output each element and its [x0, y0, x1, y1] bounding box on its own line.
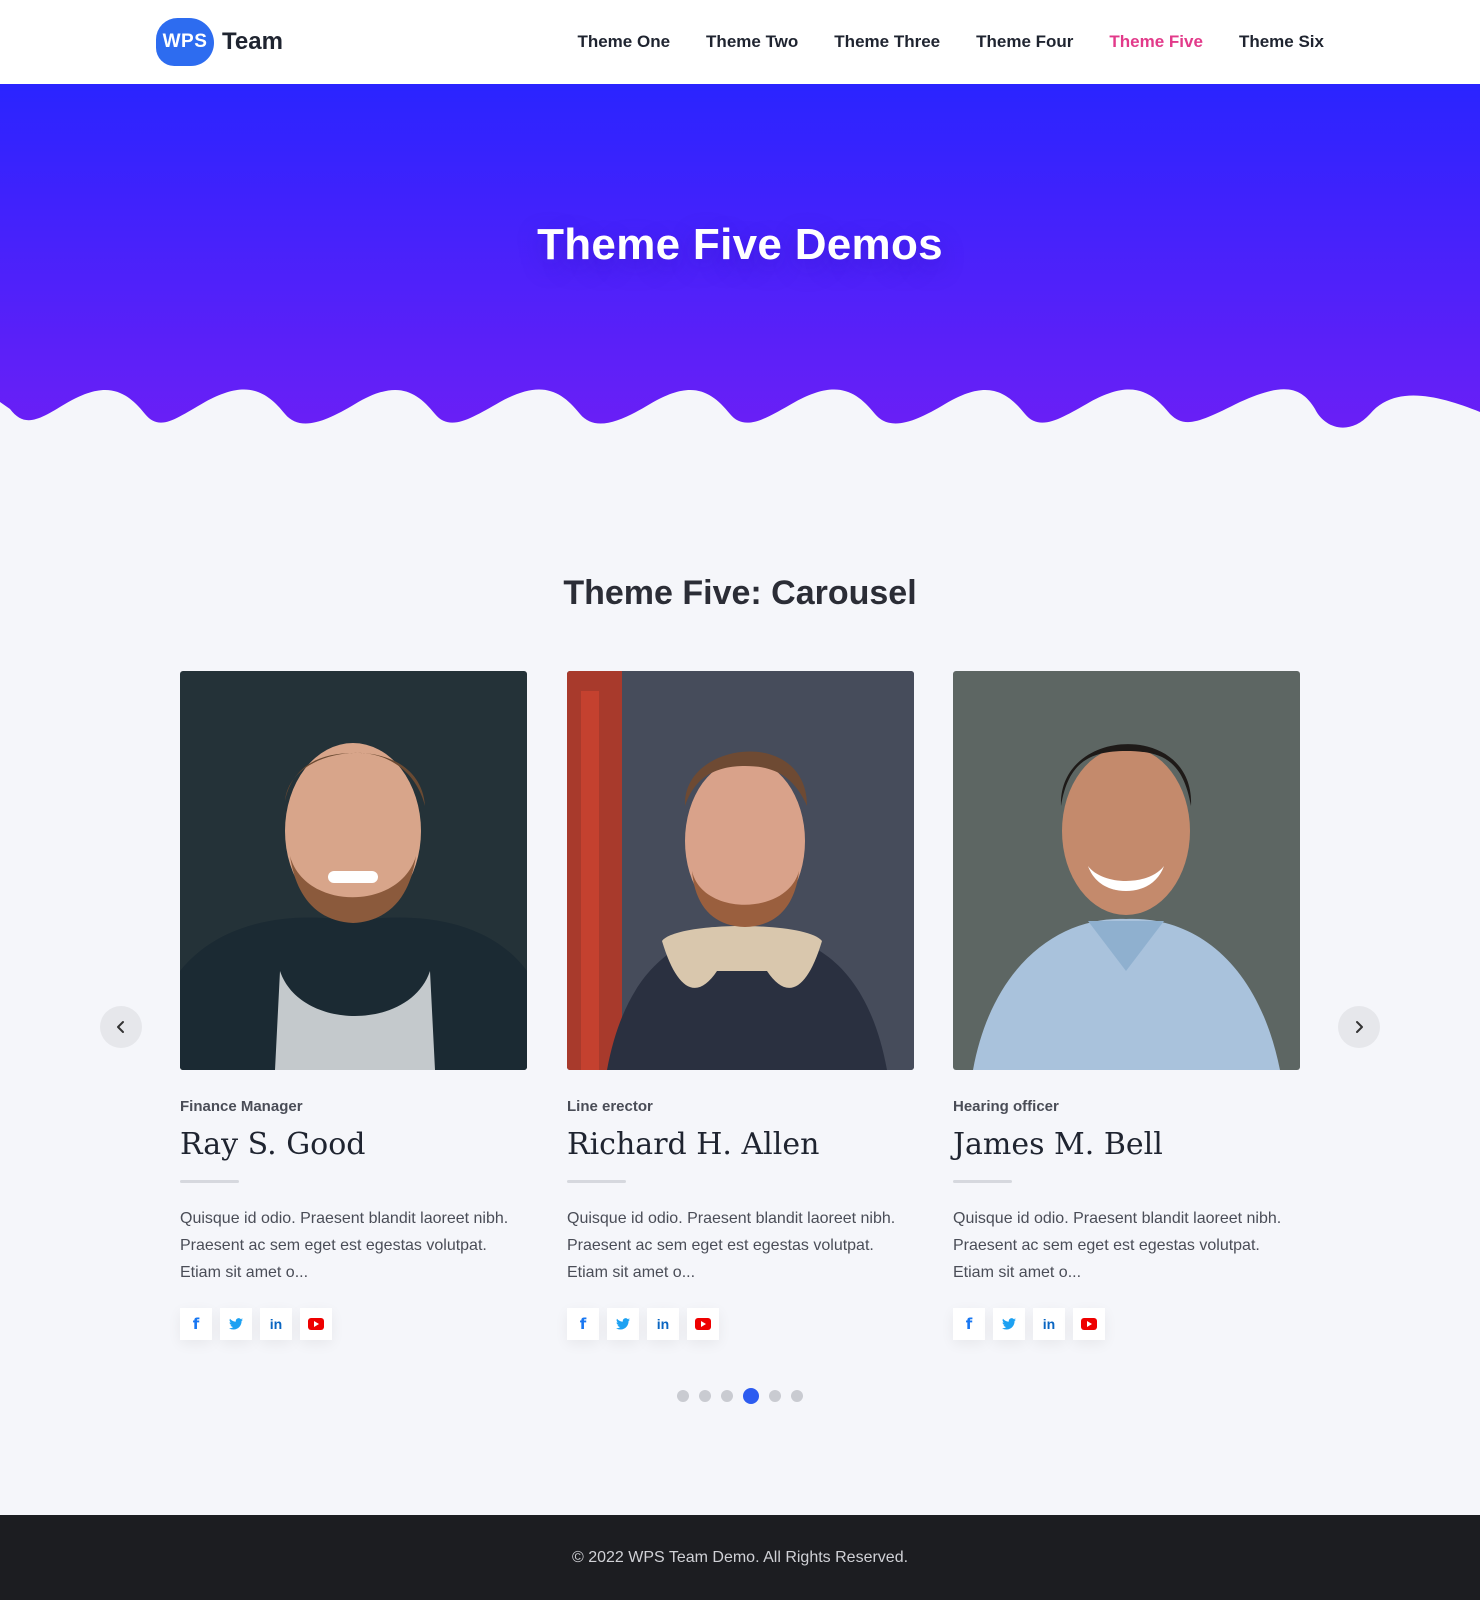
name-divider [180, 1180, 239, 1183]
twitter-icon[interactable] [607, 1308, 639, 1340]
section-title: Theme Five: Carousel [563, 574, 917, 612]
carousel-dot[interactable] [699, 1390, 711, 1402]
carousel-next-button[interactable] [1338, 1006, 1380, 1048]
member-role: Hearing officer [953, 1098, 1059, 1115]
twitter-icon[interactable] [993, 1308, 1025, 1340]
member-photo [953, 671, 1300, 1070]
member-name: Ray S. Good [180, 1127, 366, 1162]
youtube-icon[interactable] [687, 1308, 719, 1340]
facebook-icon[interactable]: f [567, 1308, 599, 1340]
team-member-card: Line erector Richard H. Allen Quisque id… [567, 671, 914, 1340]
member-photo [567, 671, 914, 1070]
logo-badge: WPS [156, 18, 214, 66]
member-name: James M. Bell [953, 1127, 1163, 1162]
member-role: Line erector [567, 1098, 653, 1115]
member-description: Quisque id odio. Praesent blandit laoree… [567, 1210, 896, 1281]
site-footer: © 2022 WPS Team Demo. All Rights Reserve… [0, 1515, 1480, 1600]
hero-banner: Theme Five Demos [0, 84, 1480, 440]
chevron-right-icon [1356, 1021, 1363, 1033]
youtube-icon[interactable] [300, 1308, 332, 1340]
team-member-card: Hearing officer James M. Bell Quisque id… [953, 671, 1300, 1340]
carousel-pagination [0, 1388, 1480, 1404]
linkedin-icon[interactable]: in [647, 1308, 679, 1340]
chevron-left-icon [117, 1021, 124, 1033]
member-photo [180, 671, 527, 1070]
social-links: f in [180, 1308, 527, 1340]
carousel-prev-button[interactable] [100, 1006, 142, 1048]
nav-theme-two[interactable]: Theme Two [706, 32, 798, 52]
member-description: Quisque id odio. Praesent blandit laoree… [180, 1210, 509, 1281]
team-member-card: Finance Manager Ray S. Good Quisque id o… [180, 671, 527, 1340]
logo-text: Team [222, 28, 283, 55]
main-nav: Theme One Theme Two Theme Three Theme Fo… [541, 0, 1324, 84]
facebook-icon[interactable]: f [180, 1308, 212, 1340]
nav-theme-five[interactable]: Theme Five [1109, 32, 1203, 52]
carousel-dot[interactable] [769, 1390, 781, 1402]
carousel-dot[interactable] [791, 1390, 803, 1402]
social-links: f in [567, 1308, 914, 1340]
site-header: WPS Team Theme One Theme Two Theme Three… [0, 0, 1480, 84]
nav-theme-one[interactable]: Theme One [577, 32, 670, 52]
linkedin-icon[interactable]: in [1033, 1308, 1065, 1340]
nav-theme-three[interactable]: Theme Three [834, 32, 940, 52]
social-links: f in [953, 1308, 1300, 1340]
member-role: Finance Manager [180, 1098, 303, 1115]
member-description: Quisque id odio. Praesent blandit laoree… [953, 1210, 1282, 1281]
hero-title: Theme Five Demos [537, 220, 943, 269]
name-divider [567, 1180, 626, 1183]
logo[interactable]: WPS Team [156, 18, 283, 66]
carousel-dot[interactable] [677, 1390, 689, 1402]
member-name: Richard H. Allen [567, 1127, 820, 1162]
carousel-dot-active[interactable] [743, 1388, 759, 1404]
facebook-icon[interactable]: f [953, 1308, 985, 1340]
copyright-text: © 2022 WPS Team Demo. All Rights Reserve… [571, 1548, 909, 1566]
twitter-icon[interactable] [220, 1308, 252, 1340]
name-divider [953, 1180, 1012, 1183]
linkedin-icon[interactable]: in [260, 1308, 292, 1340]
youtube-icon[interactable] [1073, 1308, 1105, 1340]
carousel-dot[interactable] [721, 1390, 733, 1402]
nav-theme-four[interactable]: Theme Four [976, 32, 1073, 52]
nav-theme-six[interactable]: Theme Six [1239, 32, 1324, 52]
